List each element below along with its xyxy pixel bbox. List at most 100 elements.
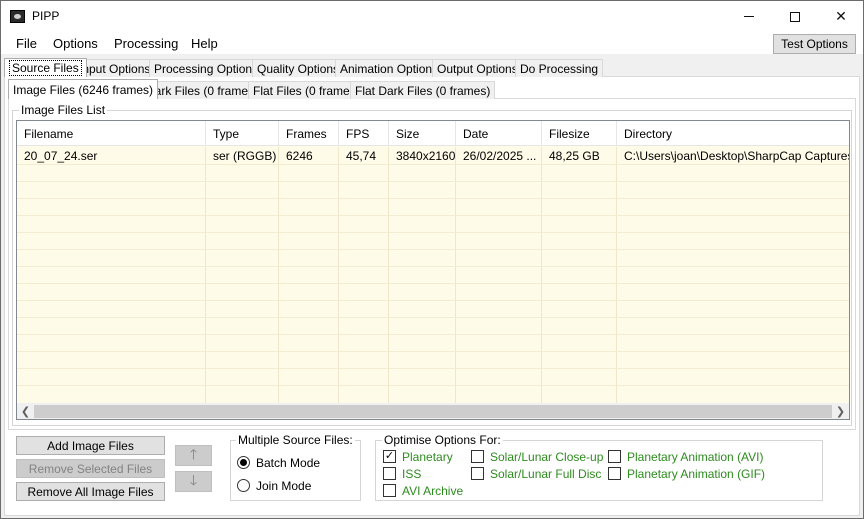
column-header-fps[interactable]: FPS [339,121,389,146]
tab-quality-options[interactable]: Quality Options [252,59,345,77]
tab-animation-options-label: Animation Options [340,61,439,76]
iss-checkbox[interactable] [383,467,396,480]
scroll-left-icon[interactable]: ❮ [17,403,34,419]
close-button[interactable]: ✕ [818,1,863,32]
list-body: 20_07_24.ser ser (RGGB) 6246 45,74 3840x… [17,147,849,403]
move-up-button[interactable]: 🡑 [175,445,212,466]
batch-mode-label[interactable]: Batch Mode [256,456,320,470]
window-title: PIPP [32,9,60,23]
row-divider [17,215,849,216]
batch-mode-radio[interactable] [237,456,250,469]
image-files-listview[interactable]: Filename Type Frames FPS Size Date Files… [16,120,850,420]
column-divider [388,147,389,403]
solar-lunar-closeup-checkbox[interactable] [471,450,484,463]
tab-processing-options[interactable]: Processing Options [149,59,264,77]
cell-frames: 6246 [286,148,313,163]
column-header-date[interactable]: Date [456,121,542,146]
tab-do-processing-label: Do Processing [520,61,599,76]
cell-date: 26/02/2025 ... [463,148,537,163]
planetary-animation-avi-label[interactable]: Planetary Animation (AVI) [627,450,764,464]
join-mode-radio[interactable] [237,479,250,492]
tab-output-options-label: Output Options [437,61,518,76]
planetary-checkbox[interactable]: ✓ [383,450,396,463]
pipp-window: PIPP ✕ File Options Processing Help Test… [0,0,864,519]
cell-directory: C:\Users\joan\Desktop\SharpCap Captures\… [624,148,849,163]
solar-lunar-closeup-label[interactable]: Solar/Lunar Close-up [490,450,603,464]
tab-quality-options-label: Quality Options [257,61,340,76]
menu-file[interactable]: File [16,36,37,51]
column-header-filesize[interactable]: Filesize [542,121,617,146]
tab-source-files-label: Source Files [9,60,82,76]
menu-bar: File Options Processing Help [1,32,863,54]
subtab-flat-dark-files-label: Flat Dark Files (0 frames) [355,83,491,98]
row-divider [17,198,849,199]
avi-archive-label[interactable]: AVI Archive [402,484,463,498]
row-divider [17,283,849,284]
checkmark-icon: ✓ [384,450,395,462]
solar-lunar-fulldisc-checkbox[interactable] [471,467,484,480]
planetary-animation-avi-checkbox[interactable] [608,450,621,463]
row-divider [17,317,849,318]
cell-size: 3840x2160 [396,148,456,163]
solar-lunar-fulldisc-label[interactable]: Solar/Lunar Full Disc [490,467,601,481]
row-divider [17,181,849,182]
row-divider [17,300,849,301]
column-header-directory[interactable]: Directory [617,121,849,146]
cell-filename: 20_07_24.ser [24,148,98,163]
maximize-button[interactable] [772,1,818,32]
multiple-source-files-title: Multiple Source Files: [236,433,355,447]
menu-help[interactable]: Help [191,36,218,51]
tab-source-files[interactable]: Source Files [4,58,87,77]
subtab-flat-dark-files[interactable]: Flat Dark Files (0 frames) [350,81,496,99]
arrow-down-icon: 🡓 [189,471,198,488]
minimize-button[interactable] [726,1,772,32]
row-divider [17,232,849,233]
remove-all-image-files-button[interactable]: Remove All Image Files [16,482,165,501]
row-divider [17,164,849,165]
column-divider [616,147,617,403]
column-header-filename[interactable]: Filename [17,121,206,146]
cell-fps: 45,74 [346,148,377,163]
close-icon: ✕ [835,8,847,24]
title-bar: PIPP ✕ [1,1,863,32]
subtab-dark-files[interactable]: Dark Files (0 frames) [141,81,264,99]
tab-processing-options-label: Processing Options [154,61,259,76]
planetary-animation-gif-checkbox[interactable] [608,467,621,480]
subtab-image-files-label: Image Files (6246 frames) [13,82,154,97]
row-divider [17,249,849,250]
subtab-image-files[interactable]: Image Files (6246 frames) [8,79,159,99]
tab-animation-options[interactable]: Animation Options [335,59,444,77]
subtab-flat-files[interactable]: Flat Files (0 frames) [248,81,365,99]
tab-input-options-label: Input Options [79,61,151,76]
remove-selected-files-button[interactable]: Remove Selected Files [16,459,165,478]
tab-output-options[interactable]: Output Options [432,59,523,77]
tab-do-processing[interactable]: Do Processing [515,59,604,77]
planetary-label[interactable]: Planetary [402,450,453,464]
planetary-animation-gif-label[interactable]: Planetary Animation (GIF) [627,467,765,481]
table-row[interactable]: 20_07_24.ser ser (RGGB) 6246 45,74 3840x… [17,147,849,164]
column-header-type[interactable]: Type [206,121,279,146]
arrow-up-icon: 🡑 [189,445,198,462]
row-divider [17,334,849,335]
horizontal-scrollbar[interactable]: ❮ ❯ [17,403,849,419]
row-divider [17,266,849,267]
test-options-button[interactable]: Test Options [773,34,856,54]
optimise-options-title: Optimise Options For: [382,433,503,447]
column-header-size[interactable]: Size [389,121,456,146]
scrollbar-thumb[interactable] [34,405,832,418]
column-divider [205,147,206,403]
avi-archive-checkbox[interactable] [383,484,396,497]
column-divider [338,147,339,403]
minimize-icon [744,16,754,17]
column-divider [278,147,279,403]
join-mode-label[interactable]: Join Mode [256,479,311,493]
scroll-right-icon[interactable]: ❯ [832,403,849,419]
iss-label[interactable]: ISS [402,467,421,481]
pipp-app-icon [10,10,25,23]
menu-processing[interactable]: Processing [114,36,178,51]
add-image-files-button[interactable]: Add Image Files [16,436,165,455]
menu-options[interactable]: Options [53,36,98,51]
move-down-button[interactable]: 🡓 [175,471,212,492]
column-header-frames[interactable]: Frames [279,121,339,146]
list-header: Filename Type Frames FPS Size Date Files… [17,121,849,146]
